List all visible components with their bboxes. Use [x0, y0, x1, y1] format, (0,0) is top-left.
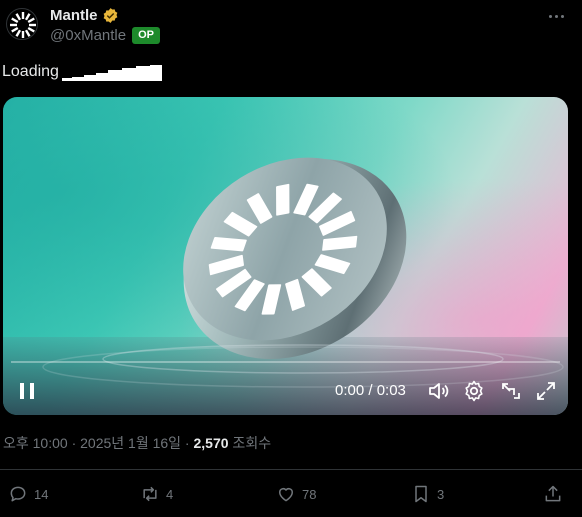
- views-count: 2,570: [193, 435, 229, 451]
- reply-count: 14: [34, 486, 49, 502]
- op-badge: OP: [132, 27, 160, 44]
- like-count: 78: [302, 486, 317, 502]
- tweet-text: Loading: [2, 63, 162, 81]
- bookmark-button[interactable]: 3: [411, 484, 444, 504]
- video-controls: 0:00 / 0:03: [3, 373, 568, 409]
- more-options-icon[interactable]: [544, 6, 568, 26]
- repost-button[interactable]: 4: [140, 484, 173, 504]
- handle[interactable]: @0xMantle: [50, 27, 126, 44]
- share-button[interactable]: [543, 484, 563, 504]
- tweet-text-content: Loading: [2, 63, 59, 80]
- avatar[interactable]: [6, 8, 38, 40]
- bookmark-icon: [415, 485, 427, 503]
- divider: [0, 469, 582, 470]
- mantle-logo-icon: [10, 12, 36, 38]
- reply-icon: [10, 486, 26, 502]
- display-name[interactable]: Mantle: [50, 7, 98, 24]
- loading-bars-graphic: [61, 65, 162, 81]
- tweet-header: Mantle @0xMantle OP: [0, 0, 582, 56]
- pause-icon[interactable]: [15, 379, 39, 403]
- fullscreen-icon[interactable]: [534, 379, 558, 403]
- like-button[interactable]: 78: [276, 484, 316, 504]
- heart-icon: [279, 488, 293, 502]
- bookmark-count: 3: [437, 486, 445, 502]
- timestamp[interactable]: 오후 10:00 · 2025년 1월 16일 ·: [3, 435, 194, 451]
- volume-icon[interactable]: [427, 379, 451, 403]
- views-label: 조회수: [228, 435, 272, 451]
- repost-count: 4: [166, 486, 174, 502]
- repost-icon: [143, 486, 157, 502]
- tweet-actions: 14 4 78 3: [0, 480, 582, 508]
- tweet-meta: 오후 10:00 · 2025년 1월 16일 · 2,570 조회수: [3, 433, 271, 453]
- video-thumbnail-coin: [42, 157, 564, 388]
- video-time: 0:00 / 0:03: [335, 382, 406, 399]
- video-progress-track[interactable]: [11, 361, 560, 363]
- verified-badge-icon[interactable]: [102, 7, 119, 24]
- picture-in-picture-icon[interactable]: [499, 379, 523, 403]
- settings-gear-icon[interactable]: [462, 379, 486, 403]
- share-icon: [545, 485, 561, 502]
- video-player[interactable]: 0:00 / 0:03: [3, 97, 568, 415]
- reply-button[interactable]: 14: [8, 484, 48, 504]
